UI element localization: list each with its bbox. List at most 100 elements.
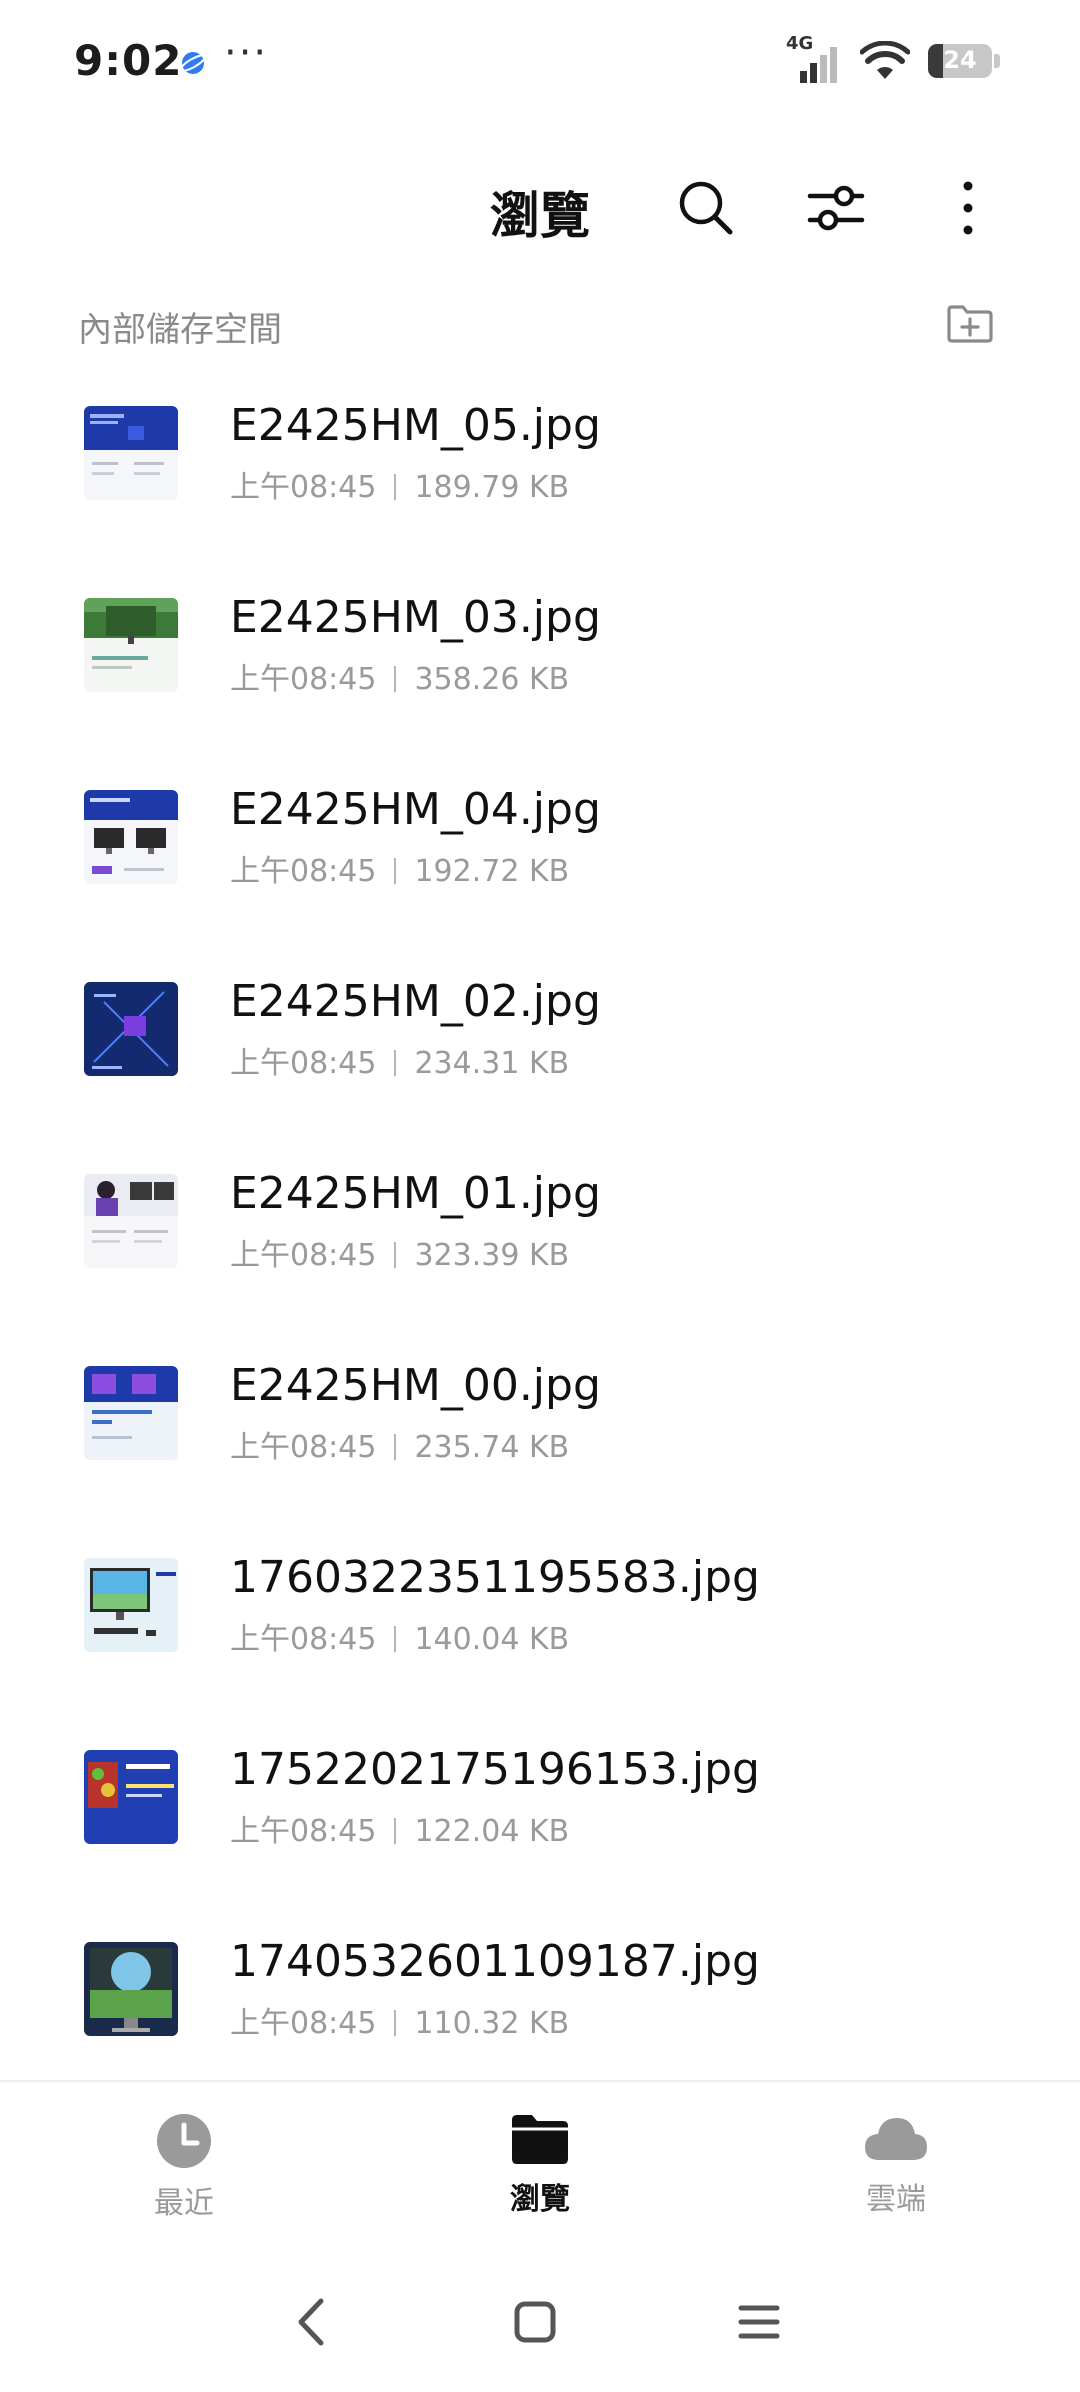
file-meta: 上午08:45 234.31 KB [230,1038,569,1082]
file-list-item[interactable]: 1760322351195583.jpg 上午08:45 140.04 KB [0,1542,1080,1734]
new-folder-icon[interactable] [946,304,994,344]
folder-icon [512,2115,568,2164]
file-meta: 上午08:45 323.39 KB [230,1230,569,1274]
file-meta: 上午08:45 140.04 KB [230,1614,569,1658]
file-time: 上午08:45 [230,662,377,697]
meta-divider [394,1626,397,1652]
system-menu-button[interactable] [724,2292,794,2352]
file-time: 上午08:45 [230,854,377,889]
more-vert-icon [963,181,973,235]
file-list-item[interactable]: E2425HM_03.jpg 上午08:45 358.26 KB [0,582,1080,774]
file-size: 110.32 KB [414,2006,570,2041]
battery-icon: 24 [928,44,992,78]
file-thumbnail [84,790,178,884]
tab-recent-label: 最近 [154,2186,214,2221]
file-name: 1760322351195583.jpg [230,1552,760,1603]
file-name: E2425HM_02.jpg [230,976,601,1027]
file-meta: 上午08:45 358.26 KB [230,654,569,698]
file-list-item[interactable]: E2425HM_05.jpg 上午08:45 189.79 KB [0,390,1080,582]
file-meta: 上午08:45 122.04 KB [230,1806,569,1850]
more-options-button[interactable] [932,172,1004,244]
tab-browse-label: 瀏覽 [510,2182,570,2217]
page-title: 瀏覽 [490,187,590,245]
cloud-icon [865,2118,927,2160]
search-icon [679,181,733,235]
wifi-icon [860,41,910,79]
storage-section-title: 內部儲存空間 [78,310,282,350]
file-thumbnail [84,1750,178,1844]
app-bar: 瀏覽 [0,150,1080,260]
status-bar: 9:02 ··· 4G 24 [0,0,1080,120]
file-time: 上午08:45 [230,1238,377,1273]
status-icons: 4G 24 [786,33,1000,86]
file-size: 122.04 KB [414,1814,570,1849]
file-time: 上午08:45 [230,2006,377,2041]
file-thumbnail [84,1366,178,1460]
system-home-button[interactable] [500,2292,570,2352]
tab-recent[interactable]: 最近 [84,2112,284,2252]
file-size: 192.72 KB [414,854,570,889]
file-size: 140.04 KB [414,1622,570,1657]
status-time: 9:02 [74,36,183,85]
bottom-navigation: 最近 瀏覽 雲端 [0,2082,1080,2262]
file-name: E2425HM_00.jpg [230,1360,601,1411]
meta-divider [394,1434,397,1460]
cellular-signal-icon: 4G [786,33,842,85]
tab-browse[interactable]: 瀏覽 [440,2112,640,2252]
file-name: E2425HM_03.jpg [230,592,601,643]
tab-cloud[interactable]: 雲端 [796,2112,996,2252]
file-list-item[interactable]: E2425HM_00.jpg 上午08:45 235.74 KB [0,1350,1080,1542]
file-list-item[interactable]: 1752202175196153.jpg 上午08:45 122.04 KB [0,1734,1080,1926]
file-list-item[interactable]: E2425HM_04.jpg 上午08:45 192.72 KB [0,774,1080,966]
file-name: E2425HM_01.jpg [230,1168,601,1219]
file-time: 上午08:45 [230,1046,377,1081]
status-overflow-indicator: ··· [224,30,269,76]
system-back-button[interactable] [276,2292,346,2352]
file-size: 235.74 KB [414,1430,570,1465]
filter-button[interactable] [800,172,872,244]
file-meta: 上午08:45 110.32 KB [230,1998,569,2042]
file-name: E2425HM_04.jpg [230,784,601,835]
home-square-icon [514,2301,556,2343]
meta-divider [394,1050,397,1076]
system-navigation-bar [0,2262,1080,2392]
tab-cloud-label: 雲端 [866,2182,926,2217]
meta-divider [394,858,397,884]
battery-cap [994,54,1000,68]
file-name: E2425HM_05.jpg [230,400,601,451]
battery-percent: 24 [943,46,977,74]
meta-divider [394,474,397,500]
app-notification-icon [180,52,206,74]
meta-divider [394,666,397,692]
back-chevron-icon [298,2298,324,2346]
file-thumbnail [84,598,178,692]
meta-divider [394,2010,397,2036]
file-meta: 上午08:45 192.72 KB [230,846,569,890]
search-button[interactable] [670,172,742,244]
file-thumbnail [84,982,178,1076]
file-time: 上午08:45 [230,1430,377,1465]
clock-icon [157,2114,211,2168]
file-size: 189.79 KB [414,470,570,505]
file-time: 上午08:45 [230,470,377,505]
file-meta: 上午08:45 235.74 KB [230,1422,569,1466]
meta-divider [394,1242,397,1268]
network-type-label: 4G [786,33,814,54]
file-list-item[interactable]: E2425HM_02.jpg 上午08:45 234.31 KB [0,966,1080,1158]
file-list-item[interactable]: E2425HM_01.jpg 上午08:45 323.39 KB [0,1158,1080,1350]
file-meta: 上午08:45 189.79 KB [230,462,569,506]
filter-sliders-icon [807,185,865,231]
file-size: 358.26 KB [414,662,570,697]
menu-lines-icon [738,2305,780,2339]
file-thumbnail [84,1942,178,2036]
file-time: 上午08:45 [230,1622,377,1657]
file-size: 234.31 KB [414,1046,570,1081]
file-size: 323.39 KB [414,1238,570,1273]
file-name: 1752202175196153.jpg [230,1744,760,1795]
file-thumbnail [84,1174,178,1268]
file-thumbnail [84,406,178,500]
file-list: E2425HM_05.jpg 上午08:45 189.79 KB E2425HM_… [0,390,1080,2118]
file-thumbnail [84,1558,178,1652]
file-time: 上午08:45 [230,1814,377,1849]
meta-divider [394,1818,397,1844]
